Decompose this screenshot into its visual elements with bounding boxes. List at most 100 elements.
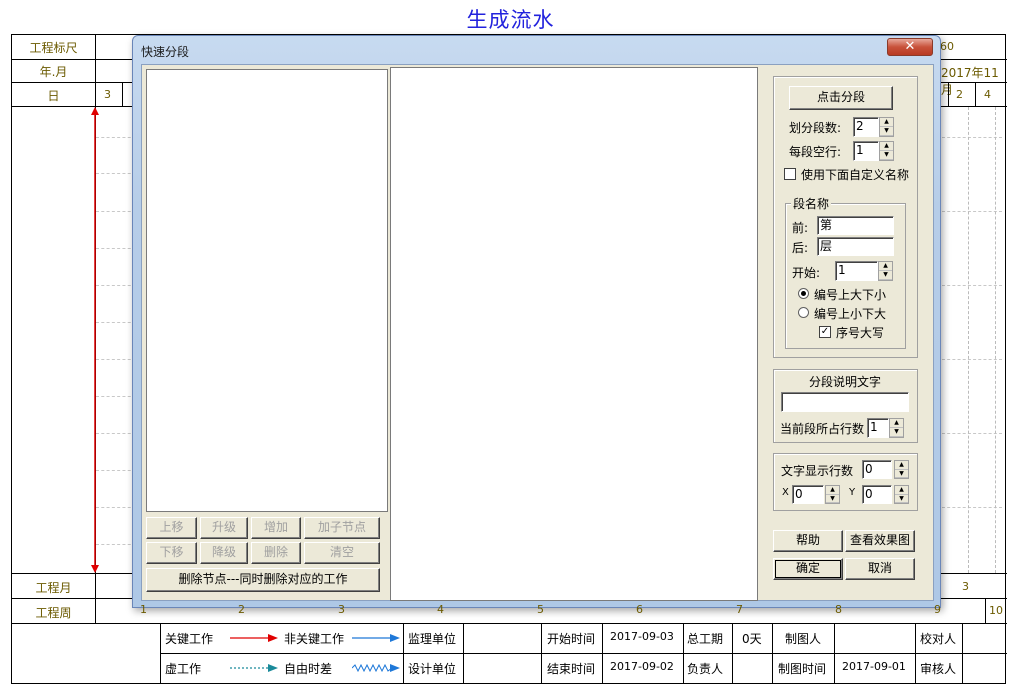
start-input[interactable]: 1 xyxy=(835,261,878,281)
cancel-button[interactable]: 取消 xyxy=(845,558,915,580)
split-button[interactable]: 点击分段 xyxy=(789,86,893,110)
radio-desc-label: 编号上大下小 xyxy=(814,288,887,302)
day-value-left: 3 xyxy=(104,88,111,101)
legend-end-label: 结束时间 xyxy=(547,662,596,676)
radio-asc-label: 编号上小下大 xyxy=(814,307,887,321)
use-custom-name-checkbox[interactable] xyxy=(784,168,796,180)
row-label-month: 工程月 xyxy=(35,581,72,595)
legend-reviewer-label: 审核人 xyxy=(920,662,957,676)
legend-supervisor-label: 监理单位 xyxy=(408,632,457,646)
week-tick-8: 8 xyxy=(835,603,842,616)
week-tick-7: 7 xyxy=(736,603,743,616)
week-tick-1: 1 xyxy=(140,603,147,616)
segments-spinner[interactable]: ▲ ▼ xyxy=(879,117,894,137)
noncritical-line-icon xyxy=(352,634,400,642)
delete-node-button[interactable]: 删除节点---同时删除对应的工作 xyxy=(146,568,380,592)
day-value-right-1: 2 xyxy=(956,88,963,101)
use-custom-name-label: 使用下面自定义名称 xyxy=(801,168,910,182)
segment-name-group-label: 段名称 xyxy=(791,195,832,212)
preview-button[interactable]: 查看效果图 xyxy=(845,530,915,552)
blank-rows-label: 每段空行: xyxy=(789,145,842,159)
promote-button[interactable]: 升级 xyxy=(200,517,248,539)
week-tick-10: 10 xyxy=(989,604,1003,617)
uppercase-checkbox[interactable]: ✓ xyxy=(819,326,831,338)
y-spinner[interactable]: ▲ ▼ xyxy=(894,485,909,504)
y-label: Y xyxy=(849,487,856,498)
prefix-label: 前: xyxy=(792,221,809,235)
start-spinner[interactable]: ▲ ▼ xyxy=(878,261,893,281)
row-label-ruler: 工程标尺 xyxy=(29,41,78,55)
free-float-line-icon xyxy=(352,663,400,673)
close-button[interactable]: ✕ xyxy=(887,38,933,56)
legend-start-label: 开始时间 xyxy=(547,632,596,646)
text-rows-input[interactable]: 0 xyxy=(862,460,892,479)
legend-checker-label: 校对人 xyxy=(920,632,957,646)
year-month-value: 2017年11月 xyxy=(941,66,999,97)
segment-tree[interactable] xyxy=(146,69,388,512)
legend-designer-label: 设计单位 xyxy=(408,662,457,676)
dialog-client: 上移 升级 增加 加子节点 下移 降级 删除 清空 删除节点---同时删除对应的… xyxy=(141,64,934,601)
clear-button[interactable]: 清空 xyxy=(304,542,380,564)
rows-label: 当前段所占行数 xyxy=(780,422,865,436)
row-label-week: 工程周 xyxy=(35,606,72,620)
day-value-right-2: 4 xyxy=(984,88,991,101)
description-input[interactable] xyxy=(781,392,909,412)
legend-dummy-label: 虚工作 xyxy=(165,662,202,676)
blank-rows-input[interactable]: 1 xyxy=(853,141,879,161)
week-tick-3: 3 xyxy=(338,603,345,616)
blank-rows-spinner[interactable]: ▲ ▼ xyxy=(879,141,894,161)
legend-draw-time-label: 制图时间 xyxy=(778,662,827,676)
legend-start-value: 2017-09-03 xyxy=(610,630,674,643)
add-button[interactable]: 增加 xyxy=(251,517,301,539)
segment-preview xyxy=(390,67,758,601)
legend-total-label: 总工期 xyxy=(687,632,724,646)
legend-noncritical-label: 非关键工作 xyxy=(284,632,345,646)
legend-owner-label: 负责人 xyxy=(687,662,724,676)
x-label: X xyxy=(782,487,789,498)
x-input[interactable]: 0 xyxy=(792,485,824,504)
legend-drafter-label: 制图人 xyxy=(785,632,822,646)
critical-line-icon xyxy=(230,634,278,642)
add-child-button[interactable]: 加子节点 xyxy=(304,517,380,539)
move-up-button[interactable]: 上移 xyxy=(146,517,197,539)
legend-free-float-label: 自由时差 xyxy=(284,662,333,676)
text-rows-label: 文字显示行数 xyxy=(781,464,854,478)
critical-span-arrow xyxy=(91,107,99,573)
start-label: 开始: xyxy=(792,266,821,280)
week-tick-4: 4 xyxy=(437,603,444,616)
delete-button[interactable]: 删除 xyxy=(251,542,301,564)
prefix-input[interactable]: 第 xyxy=(817,216,894,235)
segments-label: 划分段数: xyxy=(789,121,842,135)
week-tick-9: 9 xyxy=(934,603,941,616)
suffix-label: 后: xyxy=(792,241,809,255)
help-button[interactable]: 帮助 xyxy=(773,530,843,552)
rows-input[interactable]: 1 xyxy=(867,418,889,438)
legend-draw-time-value: 2017-09-01 xyxy=(842,660,906,673)
row-label-day: 日 xyxy=(47,89,60,103)
ok-button[interactable]: 确定 xyxy=(773,558,843,580)
ruler-value: 60 xyxy=(940,40,954,53)
week-tick-5: 5 xyxy=(537,603,544,616)
text-rows-spinner[interactable]: ▲ ▼ xyxy=(894,460,909,479)
segments-input[interactable]: 2 xyxy=(853,117,879,137)
radio-desc[interactable] xyxy=(798,288,809,299)
rows-spinner[interactable]: ▲ ▼ xyxy=(889,418,904,438)
legend-critical-label: 关键工作 xyxy=(165,632,214,646)
page-title: 生成流水 xyxy=(466,8,555,32)
legend-end-value: 2017-09-02 xyxy=(610,660,674,673)
month-value-right: 3 xyxy=(962,580,969,593)
demote-button[interactable]: 降级 xyxy=(200,542,248,564)
description-group-label: 分段说明文字 xyxy=(809,375,882,389)
move-down-button[interactable]: 下移 xyxy=(146,542,197,564)
week-tick-6: 6 xyxy=(636,603,643,616)
uppercase-label: 序号大写 xyxy=(836,326,885,340)
suffix-input[interactable]: 层 xyxy=(817,237,894,256)
week-tick-2: 2 xyxy=(238,603,245,616)
quick-segment-dialog: 快速分段 ✕ 上移 升级 增加 加子节点 下移 降级 删除 清空 删除节点---… xyxy=(132,35,941,608)
dummy-line-icon xyxy=(230,664,278,672)
radio-asc[interactable] xyxy=(798,307,809,318)
row-label-year-month: 年.月 xyxy=(39,65,68,79)
legend-total-value: 0天 xyxy=(742,632,762,646)
x-spinner[interactable]: ▲ ▼ xyxy=(825,485,840,504)
y-input[interactable]: 0 xyxy=(862,485,892,504)
